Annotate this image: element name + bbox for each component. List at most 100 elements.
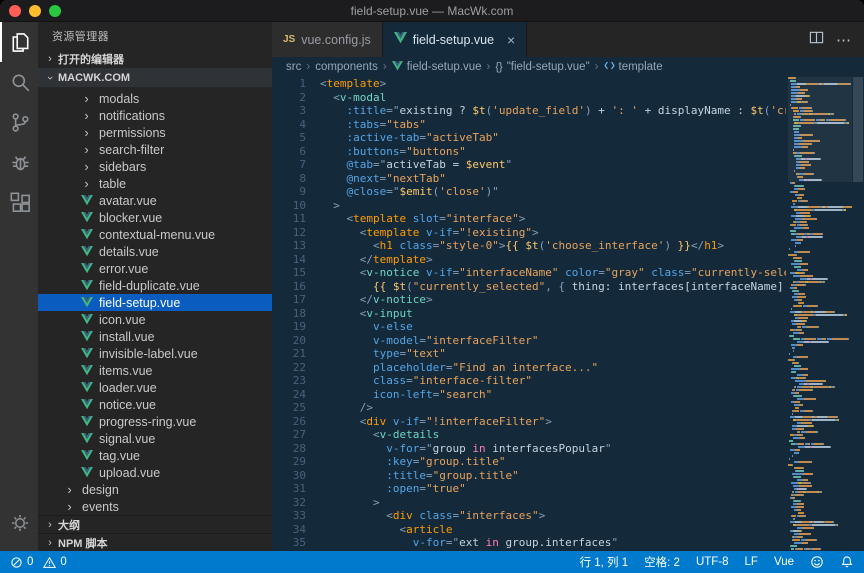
- tree-item-permissions[interactable]: ›permissions: [38, 124, 272, 141]
- code-line-2[interactable]: 2 <v-modal: [272, 91, 786, 105]
- tree-item-notice-vue[interactable]: notice.vue: [38, 396, 272, 413]
- code-line-11[interactable]: 11 <template slot="interface">: [272, 212, 786, 226]
- code-line-3[interactable]: 3 :title="existing ? $t('update_field') …: [272, 104, 786, 118]
- editor-scrollbar[interactable]: [852, 77, 864, 551]
- code-line-14[interactable]: 14 </template>: [272, 253, 786, 267]
- code-line-22[interactable]: 22 placeholder="Find an interface...": [272, 361, 786, 375]
- breadcrumb-item[interactable]: template: [604, 60, 663, 74]
- code-line-6[interactable]: 6 :buttons="buttons": [272, 145, 786, 159]
- tree-item-tag-vue[interactable]: tag.vue: [38, 447, 272, 464]
- tree-item-design[interactable]: ›design: [38, 481, 272, 498]
- code-line-18[interactable]: 18 <v-input: [272, 307, 786, 321]
- encoding[interactable]: UTF-8: [696, 556, 729, 568]
- tree-item-details-vue[interactable]: details.vue: [38, 243, 272, 260]
- minimize-window-button[interactable]: [29, 5, 41, 17]
- code-line-13[interactable]: 13 <h1 class="style-0">{{ $t('choose_int…: [272, 239, 786, 253]
- code-line-16[interactable]: 16 {{ $t("currently_selected", { thing: …: [272, 280, 786, 294]
- breadcrumb-item[interactable]: field-setup.vue: [392, 61, 482, 74]
- code-line-15[interactable]: 15 <v-notice v-if="interfaceName" color=…: [272, 266, 786, 280]
- tree-item-field-duplicate-vue[interactable]: field-duplicate.vue: [38, 277, 272, 294]
- breadcrumb-item[interactable]: src: [286, 61, 301, 73]
- debug-icon[interactable]: [0, 142, 38, 182]
- minimap[interactable]: [788, 77, 852, 551]
- feedback-smiley-icon[interactable]: [810, 555, 824, 569]
- tree-item-events[interactable]: ›events: [38, 498, 272, 515]
- code-line-32[interactable]: 32 >: [272, 496, 786, 510]
- tree-item-upload-vue[interactable]: upload.vue: [38, 464, 272, 481]
- code-line-24[interactable]: 24 icon-left="search": [272, 388, 786, 402]
- warning-icon[interactable]: [43, 556, 56, 569]
- code-line-10[interactable]: 10 >: [272, 199, 786, 213]
- manage-gear-icon[interactable]: [0, 503, 38, 543]
- code-line-30[interactable]: 30 :title="group.title": [272, 469, 786, 483]
- code-line-29[interactable]: 29 :key="group.title": [272, 455, 786, 469]
- tree-item-install-vue[interactable]: install.vue: [38, 328, 272, 345]
- minimap-viewport[interactable]: [788, 77, 852, 182]
- eol-sequence[interactable]: LF: [745, 556, 758, 568]
- tree-item-search-filter[interactable]: ›search-filter: [38, 141, 272, 158]
- source-control-icon[interactable]: [0, 102, 38, 142]
- code-area[interactable]: 1<template>2 <v-modal3 :title="existing …: [272, 77, 786, 551]
- code-line-17[interactable]: 17 </v-notice>: [272, 293, 786, 307]
- breadcrumb-item[interactable]: {}"field-setup.vue": [495, 61, 589, 73]
- tree-item-modals[interactable]: ›modals: [38, 90, 272, 107]
- cursor-position[interactable]: 行 1, 列 1: [580, 554, 629, 570]
- code-line-20[interactable]: 20 v-model="interfaceFilter": [272, 334, 786, 348]
- tree-item-notifications[interactable]: ›notifications: [38, 107, 272, 124]
- close-window-button[interactable]: [9, 5, 21, 17]
- tree-item-blocker-vue[interactable]: blocker.vue: [38, 209, 272, 226]
- extensions-icon[interactable]: [0, 182, 38, 222]
- close-tab-icon[interactable]: ×: [507, 33, 515, 47]
- language-mode[interactable]: Vue: [774, 556, 794, 568]
- code-line-33[interactable]: 33 <div class="interfaces">: [272, 509, 786, 523]
- tree-item-avatar-vue[interactable]: avatar.vue: [38, 192, 272, 209]
- notifications-bell-icon[interactable]: [840, 555, 854, 569]
- code-line-4[interactable]: 4 :tabs="tabs": [272, 118, 786, 132]
- outline-section[interactable]: › 大纲: [38, 515, 272, 533]
- open-editors-section[interactable]: › 打开的编辑器: [38, 50, 272, 68]
- indentation[interactable]: 空格: 2: [644, 554, 680, 570]
- code-line-8[interactable]: 8 @next="nextTab": [272, 172, 786, 186]
- code-line-34[interactable]: 34 <article: [272, 523, 786, 537]
- code-line-31[interactable]: 31 :open="true": [272, 482, 786, 496]
- tree-item-table[interactable]: ›table: [38, 175, 272, 192]
- tree-item-progress-ring-vue[interactable]: progress-ring.vue: [38, 413, 272, 430]
- code-line-1[interactable]: 1<template>: [272, 77, 786, 91]
- tree-item-loader-vue[interactable]: loader.vue: [38, 379, 272, 396]
- tree-item-contextual-menu-vue[interactable]: contextual-menu.vue: [38, 226, 272, 243]
- workspace-section[interactable]: › MACWK.COM: [38, 68, 272, 87]
- tree-item-sidebars[interactable]: ›sidebars: [38, 158, 272, 175]
- code-line-35[interactable]: 35 v-for="ext in group.interfaces": [272, 536, 786, 550]
- code-line-27[interactable]: 27 <v-details: [272, 428, 786, 442]
- warning-count[interactable]: 0: [60, 556, 66, 568]
- code-line-12[interactable]: 12 <template v-if="!existing">: [272, 226, 786, 240]
- code-line-25[interactable]: 25 />: [272, 401, 786, 415]
- code-line-28[interactable]: 28 v-for="group in interfacesPopular": [272, 442, 786, 456]
- tree-item-invisible-label-vue[interactable]: invisible-label.vue: [38, 345, 272, 362]
- breadcrumb-item[interactable]: components: [315, 61, 378, 73]
- tab-vue-config-js[interactable]: JS vue.config.js: [272, 22, 383, 57]
- code-line-26[interactable]: 26 <div v-if="!interfaceFilter">: [272, 415, 786, 429]
- split-editor-icon[interactable]: [809, 30, 824, 50]
- error-icon[interactable]: [10, 556, 23, 569]
- tree-item-field-setup-vue[interactable]: field-setup.vue: [38, 294, 272, 311]
- code-line-21[interactable]: 21 type="text": [272, 347, 786, 361]
- tree-item-items-vue[interactable]: items.vue: [38, 362, 272, 379]
- code-line-23[interactable]: 23 class="interface-filter": [272, 374, 786, 388]
- tab-field-setup-vue[interactable]: field-setup.vue ×: [383, 22, 528, 57]
- code-editor[interactable]: 1<template>2 <v-modal3 :title="existing …: [272, 77, 864, 551]
- scrollbar-thumb[interactable]: [853, 77, 863, 182]
- code-line-5[interactable]: 5 :active-tab="activeTab": [272, 131, 786, 145]
- code-line-9[interactable]: 9 @close="$emit('close')": [272, 185, 786, 199]
- npm-scripts-section[interactable]: › NPM 脚本: [38, 533, 272, 551]
- code-line-19[interactable]: 19 v-else: [272, 320, 786, 334]
- tree-item-icon-vue[interactable]: icon.vue: [38, 311, 272, 328]
- explorer-icon[interactable]: [0, 22, 38, 62]
- search-icon[interactable]: [0, 62, 38, 102]
- zoom-window-button[interactable]: [49, 5, 61, 17]
- tree-item-signal-vue[interactable]: signal.vue: [38, 430, 272, 447]
- tree-item-error-vue[interactable]: error.vue: [38, 260, 272, 277]
- error-count[interactable]: 0: [27, 556, 33, 568]
- code-line-7[interactable]: 7 @tab="activeTab = $event": [272, 158, 786, 172]
- more-actions-icon[interactable]: ⋯: [836, 31, 852, 49]
